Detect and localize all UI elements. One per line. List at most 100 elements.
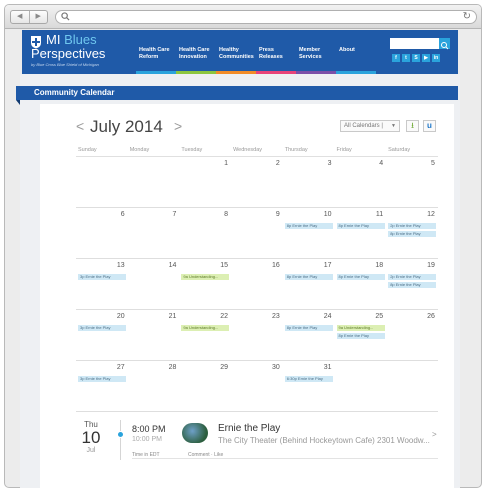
youtube-icon[interactable]: ▶	[422, 54, 430, 62]
agenda-date: Thu 10 Jul	[76, 420, 106, 454]
calendar-day[interactable]: 19 2p Ernie the Play 8p Ernie the Play	[386, 259, 438, 310]
day-number: 10	[323, 211, 332, 218]
nav-healthy-communities[interactable]: Healthy Communities	[216, 30, 256, 74]
calendar-day[interactable]: 2	[231, 157, 283, 208]
agenda-time: 8:00 PM	[132, 424, 166, 434]
calendar-day[interactable]	[128, 157, 180, 208]
calendar-day[interactable]: 14	[128, 259, 180, 310]
nav-member-services[interactable]: Member Services	[296, 30, 336, 74]
calendar-event[interactable]: 9a Understanding...	[336, 325, 385, 331]
calendar-event[interactable]: 9a Understanding...	[181, 325, 230, 331]
calendar-day[interactable]: 5	[386, 157, 438, 208]
calendar-day[interactable]: 3	[283, 157, 335, 208]
nav-health-care-innovation[interactable]: Health Care Innovation	[176, 30, 216, 74]
agenda-month: Jul	[86, 447, 96, 454]
day-number: 19	[427, 262, 435, 269]
calendar-event[interactable]: 8p Ernie the Play	[388, 231, 437, 237]
calendar-event[interactable]: 6:30p Ernie the Play	[284, 376, 333, 382]
event-thumbnail[interactable]	[182, 423, 208, 443]
calendar-event[interactable]: 8p Ernie the Play	[284, 274, 333, 280]
linkedin-icon[interactable]: in	[432, 54, 440, 62]
calendar-day[interactable]: 23	[231, 310, 283, 361]
nav-press-releases[interactable]: Press Releases	[256, 30, 296, 74]
address-bar[interactable]: ↻	[55, 10, 477, 24]
nav-label: Healthy Communities	[219, 47, 254, 60]
logo-blues: Blues	[64, 32, 97, 47]
calendar-card: < July 2014 > All Calendars | ▼ ⭳ u Sund…	[40, 104, 454, 488]
facebook-icon[interactable]: f	[392, 54, 400, 62]
calendar-day[interactable]: 15 9a Understanding...	[179, 259, 231, 310]
agenda-title[interactable]: Ernie the Play	[218, 423, 280, 434]
agenda-separator	[132, 458, 438, 459]
site-search-button[interactable]	[439, 38, 450, 50]
nav-about[interactable]: About	[336, 30, 376, 74]
weekday-label: Saturday	[388, 147, 411, 153]
day-number: 25	[375, 313, 384, 320]
calendar-day[interactable]: 6	[76, 208, 128, 259]
subscribe-button[interactable]: u	[423, 120, 436, 132]
calendar-event[interactable]: 8p Ernie the Play	[388, 282, 437, 288]
download-button[interactable]: ⭳	[406, 120, 419, 132]
day-number: 11	[375, 211, 384, 218]
calendar-day[interactable]: 24 8p Ernie the Play	[283, 310, 335, 361]
calendar-day[interactable]: 28	[128, 361, 180, 412]
agenda-arrow[interactable]: >	[432, 430, 437, 439]
calendar-day[interactable]: 10 8p Ernie the Play	[283, 208, 335, 259]
social-s-icon[interactable]: S	[412, 54, 420, 62]
calendar-day[interactable]: 22 9a Understanding...	[179, 310, 231, 361]
calendar-event[interactable]: 8p Ernie the Play	[336, 333, 385, 339]
calendar-day[interactable]: 7	[128, 208, 180, 259]
nav-health-care-reform[interactable]: Health Care Reform	[136, 30, 176, 74]
calendar-event[interactable]: 8p Ernie the Play	[336, 274, 385, 280]
calendar-day[interactable]	[76, 157, 128, 208]
calendar-event[interactable]: 8p Ernie the Play	[284, 223, 333, 229]
calendar-day[interactable]	[386, 361, 438, 412]
calendar-day[interactable]	[335, 361, 387, 412]
day-number: 13	[116, 262, 125, 269]
calendar-select[interactable]: All Calendars | ▼	[340, 120, 400, 132]
calendar-day[interactable]: 17 8p Ernie the Play	[283, 259, 335, 310]
calendar-day[interactable]: 18 8p Ernie the Play	[335, 259, 387, 310]
calendar-day[interactable]: 20 3p Ernie the Play	[76, 310, 128, 361]
calendar-day[interactable]: 16	[231, 259, 283, 310]
calendar-event[interactable]: 3p Ernie the Play	[78, 274, 126, 280]
calendar-event[interactable]: 8p Ernie the Play	[336, 223, 385, 229]
calendar-day[interactable]: 25 9a Understanding... 8p Ernie the Play	[335, 310, 387, 361]
calendar-event[interactable]: 3p Ernie the Play	[78, 376, 126, 382]
calendar-day[interactable]: 12 2p Ernie the Play 8p Ernie the Play	[386, 208, 438, 259]
forward-button[interactable]: ▶	[28, 11, 48, 23]
prev-month-button[interactable]: <	[76, 118, 84, 134]
calendar-day[interactable]: 21	[128, 310, 180, 361]
agenda-item[interactable]: Thu 10 Jul 8:00 PM 10:00 PM Time in EDT …	[76, 420, 438, 460]
calendar-day[interactable]: 4	[335, 157, 387, 208]
calendar-event[interactable]: 8p Ernie the Play	[284, 325, 333, 331]
logo-mi: MI	[46, 32, 61, 47]
calendar-week: 1 2 3 4 5	[76, 157, 438, 208]
day-number: 3	[327, 160, 332, 167]
calendar-event[interactable]: 2p Ernie the Play	[388, 274, 437, 280]
calendar-day[interactable]: 29	[179, 361, 231, 412]
calendar-day[interactable]: 8	[179, 208, 231, 259]
site-search-input[interactable]	[390, 38, 439, 49]
reload-icon[interactable]: ↻	[463, 11, 471, 23]
calendar-event[interactable]: 2p Ernie the Play	[388, 223, 437, 229]
section-title: Community Calendar	[16, 86, 458, 100]
day-number: 6	[120, 211, 125, 218]
calendar-day[interactable]: 26	[386, 310, 438, 361]
calendar-day[interactable]: 1	[179, 157, 231, 208]
calendar-day[interactable]: 27 3p Ernie the Play	[76, 361, 128, 412]
day-number: 21	[168, 313, 177, 320]
calendar-day[interactable]: 11 8p Ernie the Play	[335, 208, 387, 259]
calendar-event[interactable]: 3p Ernie the Play	[78, 325, 126, 331]
logo-title[interactable]: MI Blues	[46, 33, 97, 47]
calendar-day[interactable]: 30	[231, 361, 283, 412]
next-month-button[interactable]: >	[174, 118, 182, 134]
calendar-day[interactable]: 13 3p Ernie the Play	[76, 259, 128, 310]
day-number: 22	[220, 313, 229, 320]
twitter-icon[interactable]: t	[402, 54, 410, 62]
back-button[interactable]: ◀	[11, 11, 29, 23]
nav-label: Member Services	[299, 47, 322, 60]
calendar-day[interactable]: 9	[231, 208, 283, 259]
calendar-day[interactable]: 31 6:30p Ernie the Play	[283, 361, 335, 412]
calendar-event[interactable]: 9a Understanding...	[181, 274, 230, 280]
